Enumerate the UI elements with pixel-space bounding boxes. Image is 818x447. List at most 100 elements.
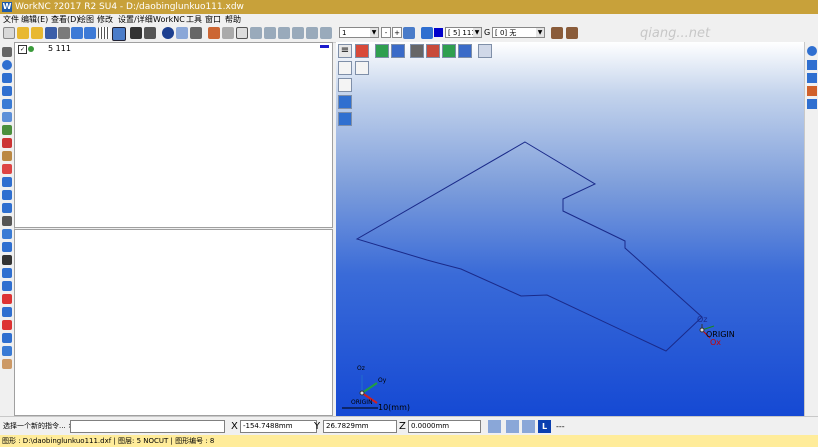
layer-select[interactable]: 1 ▼ [339,27,379,38]
viewport-canvas: Oz ORIGIN Ox Oz Oy ORIGIN 10(mm) [342,141,735,412]
y-coordinate-field[interactable]: 26.7829mm [323,420,397,433]
main-toolbar: 1 ▼ - + [ 5] 111 ▼ G [ 0] 无 ▼ qiang...net [0,26,818,43]
shade-icon[interactable] [162,27,174,39]
part-outline[interactable] [355,141,703,352]
open-recent-icon[interactable] [31,27,43,39]
material-icon[interactable] [807,86,817,96]
menu-view[interactable]: 查看(D) [51,14,79,26]
origin-axis: Oz ORIGIN Ox [697,315,735,347]
zoom-in-icon[interactable] [250,27,262,39]
left-toolbar [0,42,15,416]
mode-badge[interactable]: L [538,420,551,433]
layout-icon[interactable] [112,27,126,41]
mirror-icon[interactable] [2,203,12,213]
offset-icon[interactable] [2,125,12,135]
window-title: WorkNC ?2017 R2 SU4 - D:/daobinglunkuo11… [15,2,244,12]
new-file-icon[interactable] [3,27,15,39]
arc-icon[interactable] [2,99,12,109]
view-cube-icon[interactable] [807,46,817,56]
rotate-tool-icon[interactable] [2,190,12,200]
x-coordinate-field[interactable]: -154.7488mm [240,420,317,433]
layer-tool-icon[interactable] [2,307,12,317]
rotate-icon[interactable] [306,27,318,39]
cross-icon[interactable] [2,255,12,265]
open-folder-icon[interactable] [17,27,29,39]
measure-icon[interactable] [2,229,12,239]
texture2-icon[interactable] [566,27,578,39]
scale-icon[interactable] [2,216,12,226]
curve-icon[interactable] [2,86,12,96]
eraser-icon[interactable] [2,320,12,330]
menu-draw[interactable]: 绘图 [78,14,94,26]
layer-select-value: 1 [342,29,347,37]
snap-grid-icon[interactable] [506,420,519,433]
zoom-prev-icon[interactable] [320,27,332,39]
spline-icon[interactable] [2,73,12,83]
group-select-value: [ 0] 无 [495,29,517,37]
mini-oz-label: Oz [357,365,365,372]
mini-axis-triad: Oz Oy ORIGIN 10(mm) [342,365,410,412]
graphics-viewport[interactable]: ≡ Oz ORIGIN Ox Oz Oy ORIGIN 10(mm) [336,42,804,416]
zoom-window-icon[interactable] [236,27,248,39]
level-select[interactable]: [ 5] 111 ▼ [445,27,482,38]
menu-tools[interactable]: 工具 [186,14,202,26]
redo-icon[interactable] [84,27,96,39]
axes-icon[interactable] [130,27,142,39]
shade-mode-icon[interactable] [807,60,817,70]
doc-icon[interactable] [222,27,234,39]
snap-curve-icon[interactable] [522,420,535,433]
z-coordinate-field[interactable]: 0.0000mm [408,420,481,433]
collapse-icon[interactable] [320,45,329,48]
grid-tool-icon[interactable] [2,268,12,278]
axes-alt-icon[interactable] [144,27,156,39]
trim-icon[interactable] [2,138,12,148]
line-icon[interactable] [2,47,12,57]
print-icon[interactable] [58,27,70,39]
menu-worknc[interactable]: WorkNC [153,14,185,26]
brush-icon[interactable] [2,359,12,369]
export-icon[interactable] [2,346,12,356]
snap-point-icon[interactable] [488,420,501,433]
command-input[interactable] [70,420,225,433]
pick-icon[interactable] [2,281,12,291]
camera-icon[interactable] [190,27,202,39]
extend-icon[interactable] [2,151,12,161]
undo-icon[interactable] [71,27,83,39]
menu-help[interactable]: 帮助 [225,14,241,26]
y-label: Y [314,421,321,432]
menu-settings[interactable]: 设置/详细 [118,14,153,26]
surface-icon[interactable] [2,112,12,122]
level-minus-button[interactable]: - [381,27,391,38]
chevron-down-icon: ▼ [473,28,481,37]
menu-modify[interactable]: 修改 [97,14,113,26]
cube-icon[interactable] [421,27,433,39]
render-icon[interactable] [176,27,188,39]
texture-icon[interactable] [551,27,563,39]
hidden-line-icon[interactable] [807,73,817,83]
layers-icon[interactable] [208,27,220,39]
zoom-out-icon[interactable] [264,27,276,39]
menu-window[interactable]: 窗口 [205,14,221,26]
move-icon[interactable] [403,27,415,39]
group-select[interactable]: [ 0] 无 ▼ [492,27,545,38]
grid-icon[interactable] [98,27,110,39]
menu-file[interactable]: 文件 [3,14,19,26]
level-select-value: [ 5] 111 [448,29,476,37]
circle-icon[interactable] [2,60,12,70]
dimension-icon[interactable] [2,242,12,252]
zoom-fit-icon[interactable] [278,27,290,39]
tree-item-label[interactable]: 5 111 [48,44,71,54]
section-icon[interactable] [807,99,817,109]
pan-icon[interactable] [292,27,304,39]
delete-icon[interactable] [2,294,12,304]
tree-checkbox[interactable]: ✓ [18,45,27,54]
stack-icon[interactable] [2,333,12,343]
menu-edit[interactable]: 编辑(E) [21,14,48,26]
project-icon[interactable] [2,177,12,187]
save-icon[interactable] [45,27,57,39]
level-plus-button[interactable]: + [392,27,402,38]
scale-label: 10(mm) [378,403,410,412]
x-label: X [231,421,238,432]
color-swatch[interactable] [434,28,443,37]
fillet-icon[interactable] [2,164,12,174]
